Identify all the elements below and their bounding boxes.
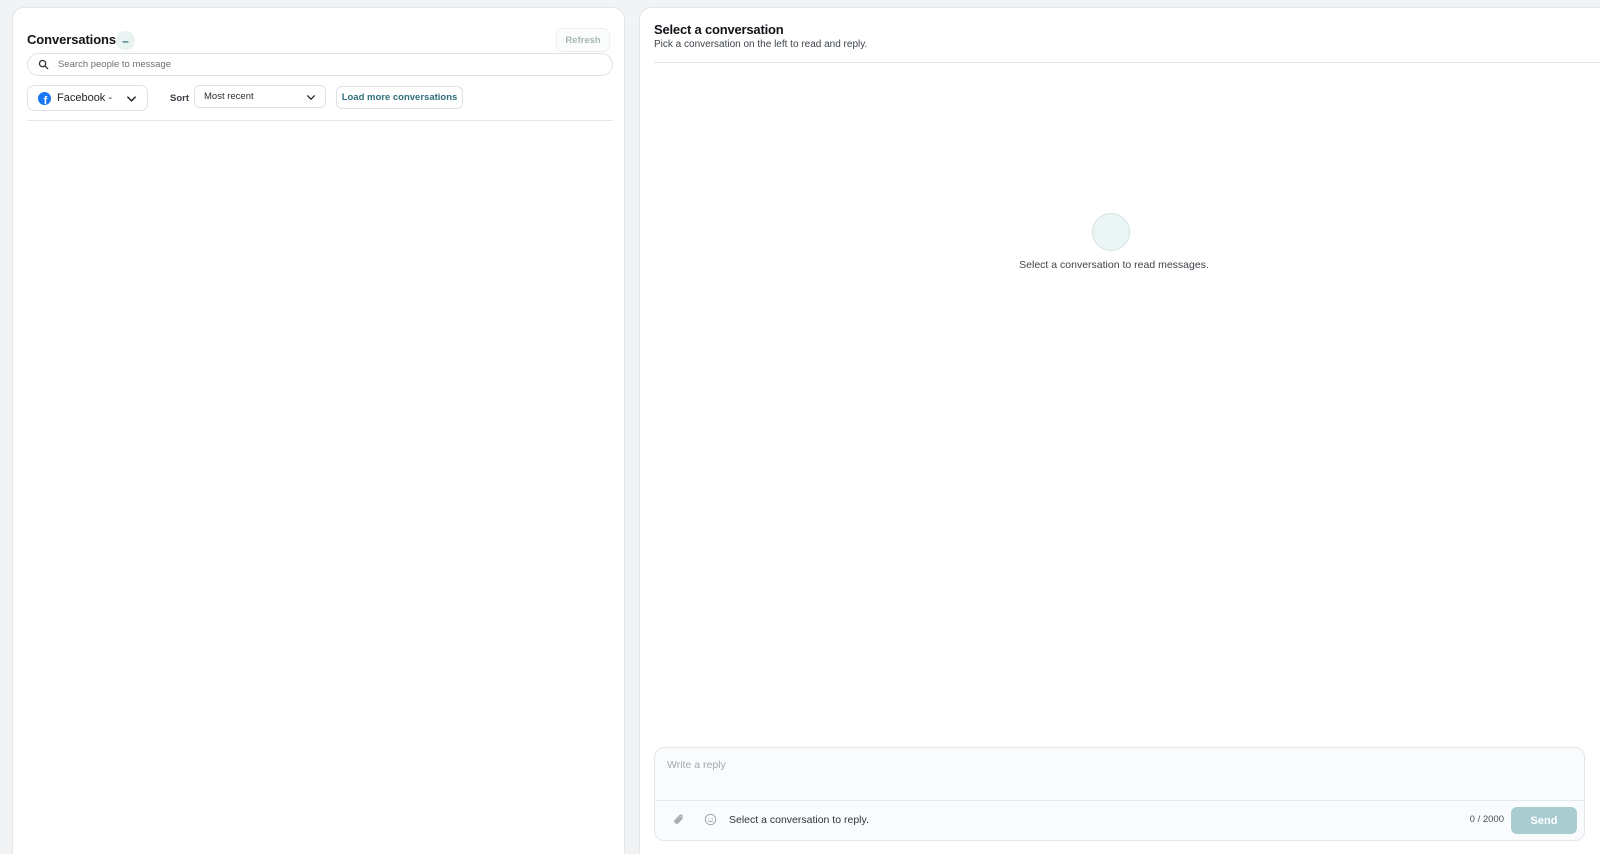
emoji-icon[interactable] — [704, 813, 717, 826]
empty-state-text: Select a conversation to read messages. — [1019, 259, 1209, 271]
chevron-down-icon — [127, 96, 136, 102]
paperclip-icon[interactable] — [672, 813, 686, 827]
reply-composer: Select a conversation to reply. 0 / 2000… — [654, 747, 1585, 841]
send-button[interactable]: Send — [1511, 807, 1577, 834]
account-select-value: Facebook - U — [57, 92, 115, 104]
refresh-button[interactable]: Refresh — [556, 28, 610, 52]
sort-select[interactable]: Most recent — [194, 85, 326, 108]
chat-panel: Select a conversation Pick a conversatio… — [639, 7, 1600, 854]
load-more-conversations-button[interactable]: Load more conversations — [336, 86, 463, 109]
chat-title: Select a conversation — [654, 22, 784, 37]
sort-select-value: Most recent — [204, 91, 254, 102]
account-select[interactable]: f Facebook - U — [27, 85, 148, 111]
divider — [655, 800, 1584, 801]
conversations-title: Conversations — [27, 32, 117, 47]
divider — [654, 62, 1600, 63]
search-input[interactable] — [58, 59, 598, 70]
chevron-down-icon — [307, 95, 315, 100]
empty-state-avatar — [1092, 213, 1130, 251]
facebook-icon: f — [38, 91, 51, 105]
character-count: 0 / 2000 — [1469, 814, 1504, 825]
composer-hint: Select a conversation to reply. — [729, 814, 869, 826]
empty-state-text-wrap: Select a conversation to read messages. — [640, 259, 1586, 271]
search-bar[interactable] — [27, 53, 613, 76]
filter-row: f Facebook - U Sort Most recent Load mor… — [27, 85, 613, 111]
conversation-list — [27, 121, 613, 851]
sort-label: Sort — [170, 93, 189, 104]
conversation-count-badge: – — [116, 31, 135, 50]
conversations-panel: Conversations – Refresh f Facebook - U S… — [12, 7, 625, 854]
chat-subtitle: Pick a conversation on the left to read … — [654, 39, 868, 50]
reply-input[interactable] — [655, 748, 1584, 800]
search-icon — [38, 59, 49, 70]
